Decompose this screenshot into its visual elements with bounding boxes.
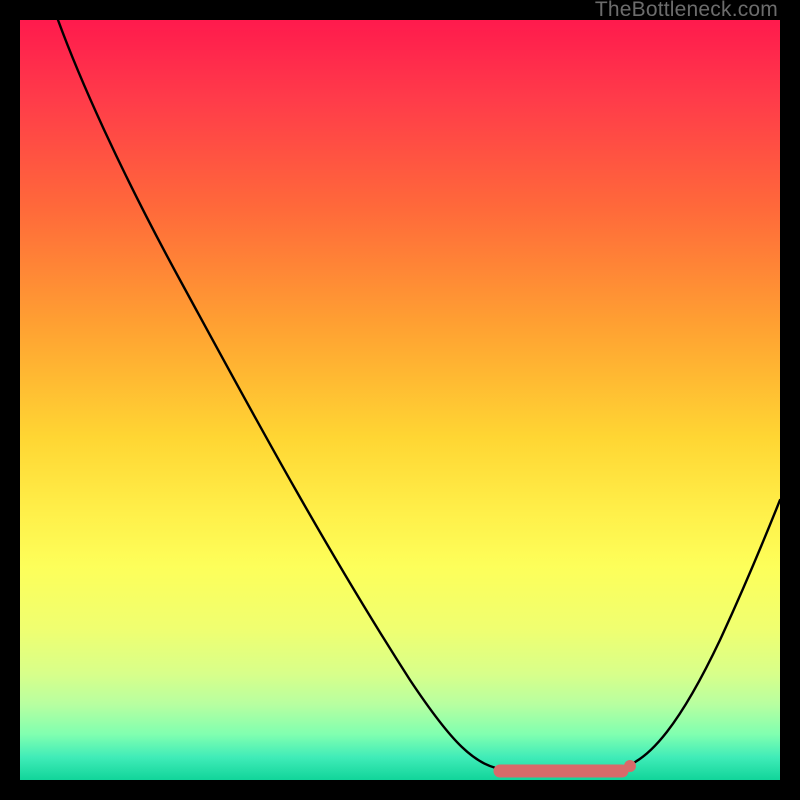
watermark-text: TheBottleneck.com [595, 0, 778, 22]
chart-frame [20, 20, 780, 780]
chart-background-gradient [20, 20, 780, 780]
